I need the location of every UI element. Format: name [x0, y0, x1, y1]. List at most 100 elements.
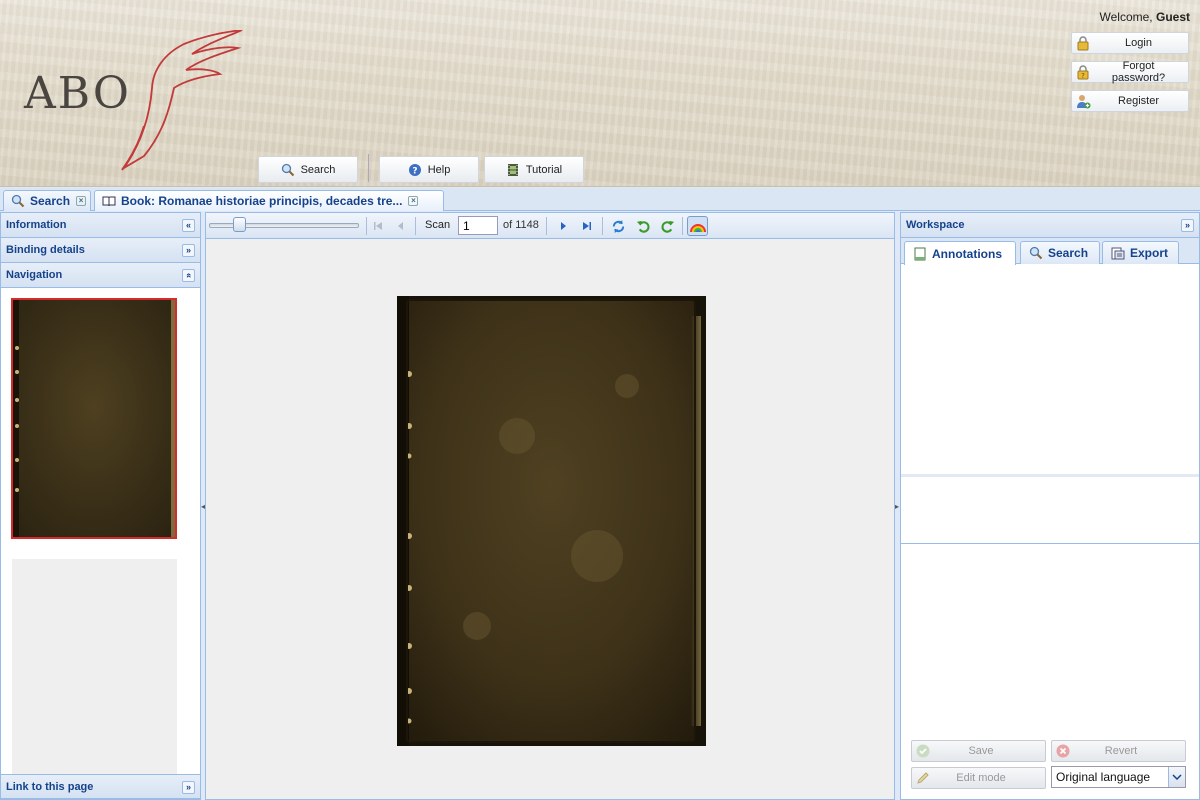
- next-page-button[interactable]: [554, 217, 572, 235]
- scan-display-area[interactable]: [206, 239, 894, 799]
- zoom-slider-track[interactable]: [209, 223, 359, 228]
- tab-annotations[interactable]: Annotations: [904, 241, 1016, 265]
- thumbnail-scan-2[interactable]: [12, 559, 177, 774]
- toolbar-separator: [415, 217, 416, 235]
- tab-workspace-search-label: Search: [1048, 246, 1089, 260]
- workspace-header[interactable]: Workspace »: [901, 213, 1199, 238]
- information-header[interactable]: Information «: [1, 213, 200, 238]
- annotation-detail[interactable]: [901, 480, 1199, 544]
- save-button[interactable]: Save: [911, 740, 1046, 762]
- lock-icon: [1077, 36, 1089, 51]
- refresh-button[interactable]: [609, 217, 627, 235]
- language-select[interactable]: Original language: [1051, 766, 1186, 788]
- chevron-down-icon[interactable]: [1168, 767, 1185, 787]
- login-label: Login: [1125, 37, 1152, 49]
- toolbar-separator: [546, 217, 547, 235]
- navigation-title: Navigation: [6, 269, 63, 281]
- viewer-toolbar: Scan of 1148: [206, 213, 894, 239]
- quill-icon: [121, 30, 243, 171]
- rotate-right-icon: [660, 220, 674, 233]
- export-icon: [1111, 247, 1125, 260]
- last-page-icon: [583, 222, 591, 230]
- edit-mode-label: Edit mode: [956, 772, 1006, 784]
- login-button[interactable]: Login: [1071, 32, 1189, 54]
- last-page-button[interactable]: [578, 217, 596, 235]
- rainbow-icon: [689, 224, 706, 233]
- tab-export-label: Export: [1130, 246, 1169, 260]
- magnifier-icon: [1029, 246, 1043, 260]
- scan-total: of 1148: [503, 219, 539, 231]
- expand-icon[interactable]: »: [182, 244, 195, 257]
- register-label: Register: [1118, 95, 1159, 107]
- forgot-password-label: Forgot password?: [1111, 60, 1166, 84]
- help-button[interactable]: ? Help: [379, 156, 479, 183]
- edit-mode-button[interactable]: Edit mode: [911, 767, 1046, 789]
- check-icon: [916, 744, 930, 758]
- rotate-left-button[interactable]: [634, 217, 652, 235]
- book-scan-image: [397, 296, 706, 746]
- tab-export[interactable]: Export: [1102, 241, 1179, 264]
- tab-workspace-search[interactable]: Search: [1020, 241, 1100, 264]
- book-icon: [102, 196, 116, 207]
- revert-label: Revert: [1104, 745, 1138, 757]
- forgot-password-button[interactable]: ? Forgot password?: [1071, 60, 1189, 84]
- binding-details-header[interactable]: Binding details »: [1, 238, 200, 263]
- splitter-arrow-icon: ▸: [895, 502, 900, 511]
- svg-text:?: ?: [412, 166, 417, 176]
- zoom-slider-handle[interactable]: [233, 217, 246, 232]
- expand-link-icon[interactable]: »: [182, 781, 195, 794]
- save-label: Save: [968, 745, 994, 757]
- search-nav-label: Search: [300, 163, 336, 176]
- binding-details-title: Binding details: [6, 244, 85, 256]
- lock-question-icon: ?: [1077, 65, 1089, 80]
- previous-page-button[interactable]: [392, 217, 410, 235]
- user-add-icon: [1077, 95, 1091, 109]
- tab-search[interactable]: Search ×: [3, 190, 91, 211]
- collapse-icon[interactable]: »: [182, 269, 195, 282]
- magnifier-icon: [281, 163, 294, 176]
- rotate-right-button[interactable]: [658, 217, 676, 235]
- header-banner: ABO Welcome, Guest Login ? Forgot passwo…: [0, 0, 1200, 187]
- navigation-thumbnails: [1, 288, 200, 774]
- tutorial-button[interactable]: Tutorial: [484, 156, 584, 183]
- search-nav-button[interactable]: Search: [258, 156, 358, 183]
- collapse-right-icon[interactable]: »: [1181, 219, 1194, 232]
- register-button[interactable]: Register: [1071, 90, 1189, 112]
- svg-text:?: ?: [1081, 72, 1085, 80]
- language-value: Original language: [1056, 770, 1151, 784]
- next-page-icon: [561, 222, 566, 230]
- first-page-button[interactable]: [369, 217, 387, 235]
- tutorial-label: Tutorial: [525, 163, 563, 176]
- tab-book-close-icon[interactable]: ×: [408, 196, 419, 206]
- annotation-editor[interactable]: Save Revert Edit mode: [901, 545, 1199, 799]
- information-title: Information: [6, 219, 67, 231]
- tab-search-label: Search: [30, 194, 71, 208]
- revert-button[interactable]: Revert: [1051, 740, 1186, 762]
- help-icon: ?: [408, 163, 421, 176]
- scan-viewer: Scan of 1148: [205, 212, 895, 800]
- page-icon: [914, 247, 926, 260]
- tab-search-close-icon[interactable]: ×: [76, 196, 87, 206]
- tab-annotations-label: Annotations: [932, 246, 1002, 261]
- scan-number-input[interactable]: [458, 216, 498, 235]
- navigation-header[interactable]: Navigation »: [1, 263, 200, 288]
- pencil-icon: [917, 772, 929, 784]
- color-toggle-button[interactable]: [687, 216, 708, 236]
- first-page-icon: [374, 222, 382, 230]
- welcome-prefix: Welcome,: [1099, 10, 1153, 24]
- workspace-tab-bar: Annotations Search Export: [901, 238, 1199, 265]
- abo-logo[interactable]: ABO: [24, 30, 254, 175]
- rotate-left-icon: [636, 220, 650, 233]
- toolbar-separator: [602, 217, 603, 235]
- thumbnail-scan-1[interactable]: [11, 298, 177, 539]
- film-icon: [507, 163, 518, 176]
- annotations-list[interactable]: [901, 265, 1199, 477]
- collapse-left-icon[interactable]: «: [182, 219, 195, 232]
- tab-book[interactable]: Book: Romanae historiae principis, decad…: [94, 190, 444, 211]
- previous-page-icon: [398, 222, 403, 230]
- link-to-page-header[interactable]: Link to this page »: [1, 774, 200, 799]
- scan-label: Scan: [425, 219, 451, 231]
- link-to-page-title: Link to this page: [6, 780, 94, 793]
- tab-book-label: Book: Romanae historiae principis, decad…: [121, 194, 403, 208]
- cancel-icon: [1056, 744, 1070, 758]
